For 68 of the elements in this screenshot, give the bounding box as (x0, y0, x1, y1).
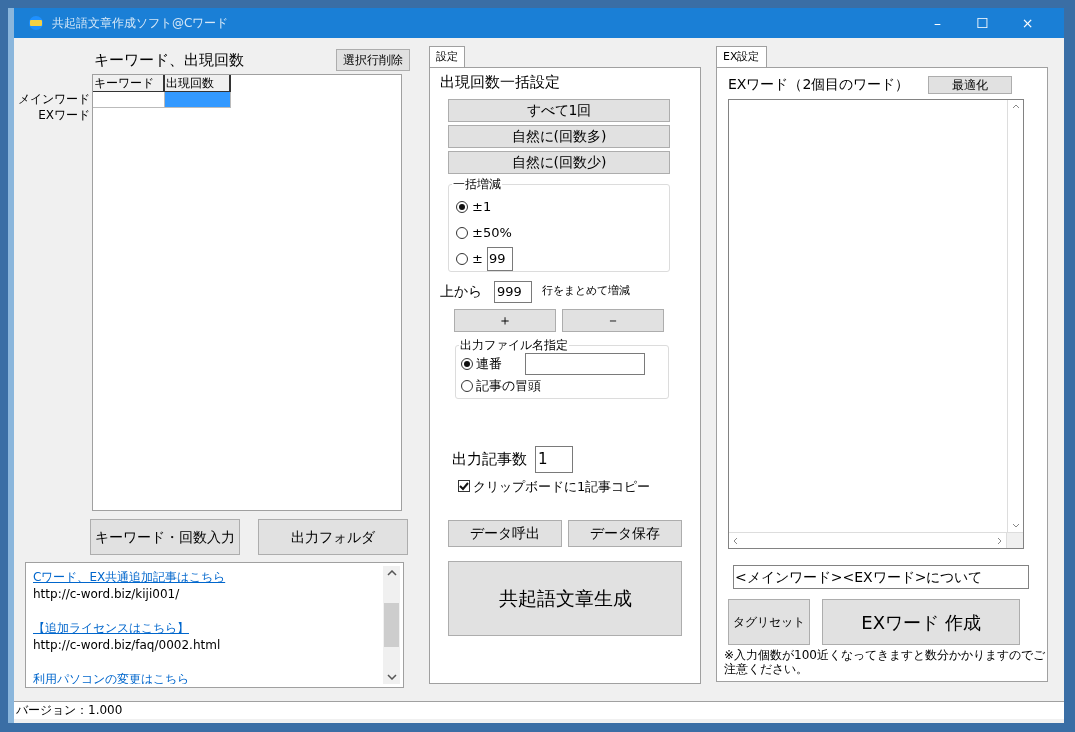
maximize-button[interactable]: ☐ (960, 12, 1005, 34)
version-text: バージョン：1.000 (16, 703, 123, 717)
number-field[interactable]: 99 (486, 246, 513, 271)
checkbox[interactable] (458, 480, 470, 493)
save-data-button[interactable]: データ保存 (568, 520, 682, 547)
url-text: http://c-word.biz/faq/0002.html (33, 637, 221, 654)
tag-reset-button[interactable]: タグリセット (728, 599, 810, 645)
option-label: ±50% (472, 223, 512, 242)
column-header[interactable]: 出現回数 (165, 75, 231, 92)
template-field[interactable]: <メインワード><EXワード>について (733, 565, 1029, 589)
scroll-up-icon[interactable] (386, 570, 397, 576)
close-button[interactable]: × (1005, 12, 1050, 34)
scroll-up-icon[interactable] (1011, 104, 1020, 109)
scrollbar[interactable] (383, 566, 400, 684)
option-label: ± (472, 249, 483, 268)
preset-button[interactable]: 自然に(回数少) (448, 150, 670, 174)
keyword-grid[interactable]: キーワード 出現回数 (92, 74, 402, 511)
generate-button[interactable]: 共起語文章生成 (448, 561, 682, 636)
section-title: 出現回数一括設定 (440, 72, 561, 93)
option-label: 記事の冒頭 (476, 376, 541, 395)
scroll-down-icon[interactable] (386, 674, 397, 680)
radio-button[interactable] (461, 379, 473, 392)
field-label: 上から (440, 282, 482, 301)
field-label: 出力記事数 (452, 448, 527, 470)
table-cell[interactable] (93, 92, 165, 108)
row-label: EXワード (38, 107, 90, 123)
note-text: ※入力個数が100近くなってきますと数分かかりますのでご注意ください。 (724, 648, 1045, 676)
minimize-button[interactable]: – (915, 12, 960, 34)
column-header[interactable]: キーワード (93, 75, 165, 92)
increase-button[interactable]: ＋ (454, 308, 556, 332)
create-ex-word-button[interactable]: EXワード 作成 (822, 599, 1020, 645)
radio-button[interactable] (456, 252, 468, 265)
window-title: 共起語文章作成ソフト@Cワード (52, 15, 229, 32)
option-label: ±1 (472, 197, 492, 216)
output-folder-button[interactable]: 出力フォルダ (258, 519, 408, 555)
link[interactable]: 【追加ライセンスはこちら】 (33, 620, 189, 637)
rows-field[interactable]: 999 (494, 280, 532, 303)
tab[interactable]: 設定 (429, 46, 465, 67)
option-label: 連番 (476, 354, 502, 373)
tab[interactable]: EX設定 (716, 46, 767, 67)
horizontal-scrollbar[interactable] (729, 532, 1023, 548)
optimize-button[interactable]: 最適化 (928, 75, 1012, 94)
table-cell[interactable] (165, 92, 231, 108)
filename-field[interactable] (525, 352, 645, 375)
radio-button[interactable] (456, 226, 468, 239)
preset-button[interactable]: 自然に(回数多) (448, 124, 670, 148)
scroll-right-icon[interactable] (997, 536, 1002, 545)
app-icon (28, 16, 44, 30)
delete-row-button[interactable]: 選択行削除 (336, 49, 410, 71)
radio-button[interactable] (461, 357, 473, 370)
group-title: 一括増減 (452, 176, 502, 191)
url-text: http://c-word.biz/kiji001/ (33, 586, 180, 603)
link[interactable]: Cワード、EX共通追加記事はこちら (33, 569, 226, 586)
radio-button[interactable] (456, 200, 468, 213)
preset-button[interactable]: すべて1回 (448, 98, 670, 122)
section-title: EXワード（2個目のワード） (728, 75, 910, 94)
count-field[interactable]: 1 (535, 445, 573, 473)
scroll-left-icon[interactable] (733, 536, 738, 545)
section-title: キーワード、出現回数 (94, 49, 244, 71)
checkbox-label: クリップボードに1記事コピー (473, 477, 651, 496)
field-label: 行をまとめて増減 (542, 283, 630, 300)
row-label: メインワード (18, 91, 90, 107)
link[interactable]: 利用パソコンの変更はこちら (33, 671, 189, 684)
scroll-down-icon[interactable] (1011, 523, 1020, 528)
group-title: 出力ファイル名指定 (459, 337, 569, 352)
decrease-button[interactable]: － (562, 308, 664, 332)
load-data-button[interactable]: データ呼出 (448, 520, 562, 547)
keyword-input-button[interactable]: キーワード・回数入力 (90, 519, 240, 555)
